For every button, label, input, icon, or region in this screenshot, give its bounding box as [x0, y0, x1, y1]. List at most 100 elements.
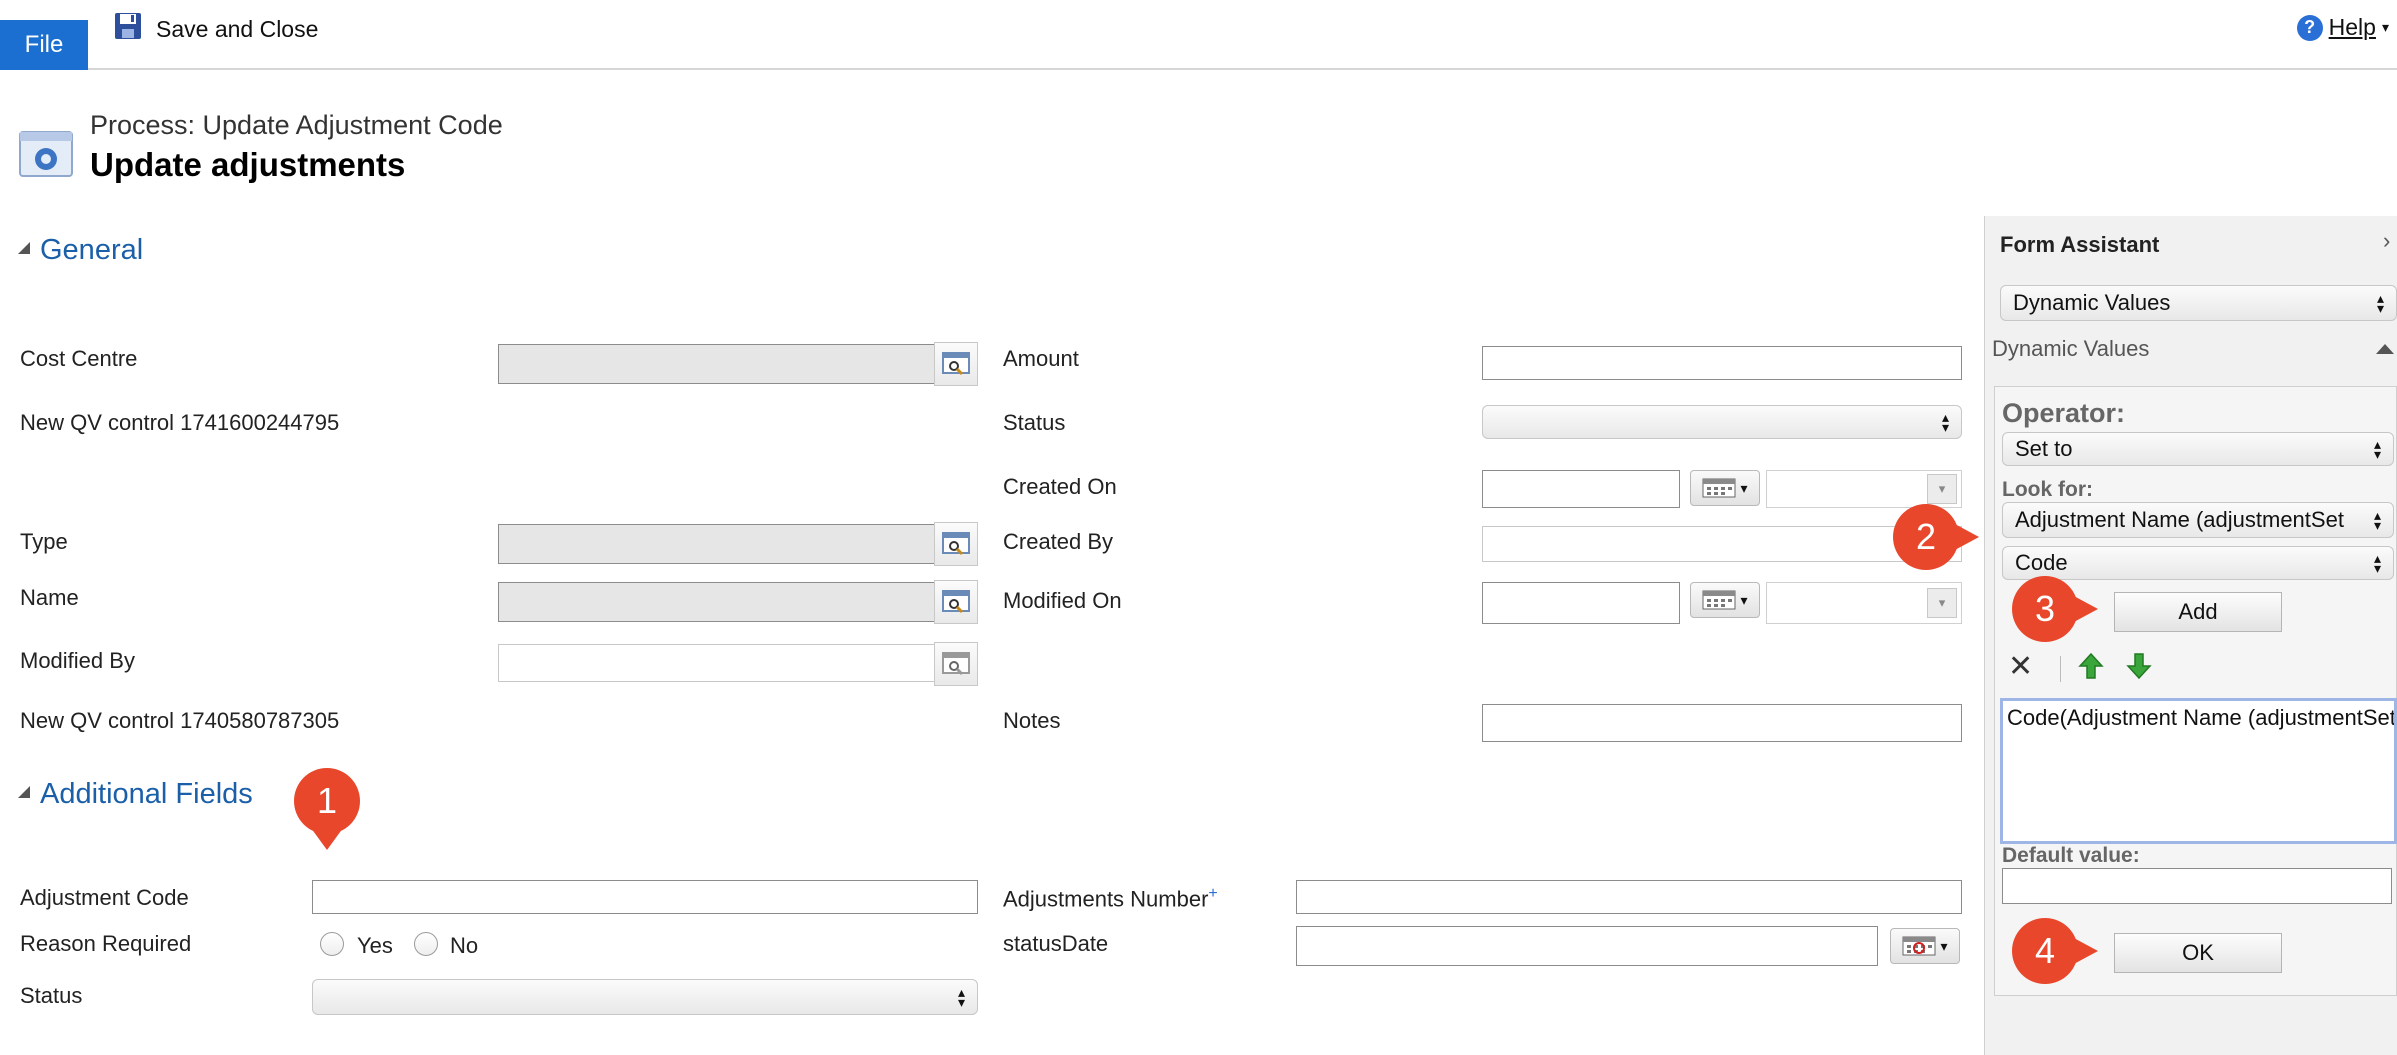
collapse-general-icon[interactable]: [18, 242, 30, 254]
modified-on-label: Modified On: [1003, 588, 1122, 613]
adjustment-code-label: Adjustment Code: [20, 885, 189, 910]
select-arrows-icon: ▴ ▾: [957, 984, 965, 1010]
lookup-icon: [942, 652, 970, 676]
adjustments-number-text: Adjustments Number: [1003, 886, 1209, 912]
modified-by-lookup-button[interactable]: [934, 642, 978, 686]
callout-1-pointer: [311, 828, 343, 850]
reason-no-radio[interactable]: [414, 932, 438, 956]
type-field[interactable]: [498, 524, 936, 564]
created-by-field[interactable]: [1482, 526, 1962, 562]
additional-status-select[interactable]: ▴ ▾: [312, 979, 978, 1015]
notes-field[interactable]: [1482, 704, 1962, 742]
page-title: Update adjustments: [90, 146, 406, 183]
default-value-field[interactable]: [2002, 868, 2392, 904]
calendar-icon: [1702, 478, 1736, 498]
file-button[interactable]: File: [0, 20, 88, 70]
callout-4-pointer: [2072, 937, 2098, 965]
adjustments-number-field[interactable]: [1296, 880, 1962, 914]
dynamic-expression-box[interactable]: Code(Adjustment Name (adjustmentSet: [2000, 698, 2397, 844]
dynamic-values-header: Dynamic Values: [1992, 336, 2150, 361]
modified-on-calendar-button[interactable]: ▾: [1690, 582, 1760, 618]
callout-3: 3: [2012, 576, 2078, 642]
callout-3-pointer: [2072, 595, 2098, 623]
qv-control-2-label: New QV control 1740580787305: [20, 708, 340, 733]
caret-down-icon: ▾: [1938, 595, 1946, 610]
cost-centre-label: Cost Centre: [20, 346, 138, 371]
select-arrows-icon: ▴ ▾: [2373, 507, 2381, 533]
operator-select[interactable]: Set to ▴ ▾: [2002, 432, 2394, 466]
amount-label: Amount: [1003, 346, 1079, 371]
help-label: Help: [2328, 14, 2376, 40]
toolbar-divider: [2060, 656, 2061, 682]
reason-required-label: Reason Required: [20, 931, 192, 956]
help-menu[interactable]: ? Help ▾: [2296, 14, 2389, 41]
status-select[interactable]: ▴ ▾: [1482, 405, 1962, 439]
type-label: Type: [20, 529, 68, 554]
qv-control-1-label: New QV control 1741600244795: [20, 410, 340, 435]
form-assistant-title: Form Assistant: [2000, 232, 2160, 257]
save-and-close-button[interactable]: Save and Close: [114, 12, 318, 46]
form-assistant-mode-value: Dynamic Values: [2013, 290, 2171, 315]
reason-yes-radio[interactable]: [320, 932, 344, 956]
caret-down-icon: ▾: [1740, 479, 1748, 496]
process-name: Process: Update Adjustment Code: [90, 110, 503, 140]
created-on-label: Created On: [1003, 474, 1117, 499]
add-button[interactable]: Add: [2114, 592, 2282, 632]
calendar-icon: [1702, 590, 1736, 610]
collapse-panel-icon[interactable]: ›: [2383, 228, 2390, 254]
lookup-icon: [942, 532, 970, 556]
cost-centre-field[interactable]: [498, 344, 936, 384]
notes-label: Notes: [1003, 708, 1061, 733]
section-additional-title[interactable]: Additional Fields: [40, 778, 253, 811]
status-date-field[interactable]: [1296, 926, 1878, 966]
look-for-field-select[interactable]: Code ▴ ▾: [2002, 546, 2394, 580]
modified-on-time-dropdown[interactable]: ▾: [1927, 588, 1957, 618]
section-general-title[interactable]: General: [40, 234, 143, 267]
created-by-label: Created By: [1003, 529, 1114, 554]
lookup-icon: [942, 352, 970, 376]
additional-status-label: Status: [20, 983, 83, 1008]
operator-value: Set to: [2015, 436, 2073, 461]
process-gear-icon: [18, 126, 74, 182]
move-up-icon[interactable]: [2078, 652, 2104, 686]
collapse-additional-icon[interactable]: [18, 786, 30, 798]
status-label: Status: [1003, 410, 1066, 435]
caret-down-icon: ▾: [1740, 591, 1748, 608]
modified-by-field[interactable]: [498, 644, 936, 682]
name-lookup-button[interactable]: [934, 580, 978, 624]
collapse-up-icon[interactable]: [2376, 344, 2394, 354]
modified-on-date-field[interactable]: [1482, 582, 1680, 624]
status-date-label: statusDate: [1003, 931, 1109, 956]
created-on-time-dropdown[interactable]: ▾: [1927, 474, 1957, 504]
cost-centre-lookup-button[interactable]: [934, 342, 978, 386]
caret-down-icon: ▾: [1940, 937, 1948, 954]
created-on-date-field[interactable]: [1482, 470, 1680, 508]
created-on-calendar-button[interactable]: ▾: [1690, 470, 1760, 506]
adjustments-number-label: Adjustments Number+: [1003, 885, 1218, 912]
type-lookup-button[interactable]: [934, 522, 978, 566]
name-field[interactable]: [498, 582, 936, 622]
look-for-entity-select[interactable]: Adjustment Name (adjustmentSet ▴ ▾: [2002, 502, 2394, 538]
reason-no-label: No: [450, 933, 479, 958]
calendar-icon: [1902, 936, 1936, 956]
ok-button[interactable]: OK: [2114, 933, 2282, 973]
amount-field[interactable]: [1482, 346, 1962, 380]
select-arrows-icon: ▴ ▾: [1941, 409, 1949, 435]
callout-2-pointer: [1953, 523, 1979, 551]
callout-4: 4: [2012, 918, 2078, 984]
callout-2: 2: [1893, 504, 1959, 570]
lookup-icon: [942, 590, 970, 614]
save-and-close-label: Save and Close: [156, 15, 319, 42]
name-label: Name: [20, 585, 79, 610]
caret-down-icon: ▾: [1938, 481, 1946, 496]
form-assistant-mode-select[interactable]: Dynamic Values ▴ ▾: [2000, 285, 2397, 321]
callout-1: 1: [294, 768, 360, 834]
ribbon-bar: [0, 0, 2397, 70]
default-value-label: Default value:: [2002, 844, 2140, 867]
status-date-calendar-button[interactable]: ▾: [1890, 928, 1960, 964]
adjustment-code-field[interactable]: [312, 880, 978, 914]
delete-icon[interactable]: ✕: [2008, 652, 2033, 682]
modified-by-label: Modified By: [20, 648, 135, 673]
select-arrows-icon: ▴ ▾: [2373, 550, 2381, 576]
move-down-icon[interactable]: [2126, 652, 2152, 686]
